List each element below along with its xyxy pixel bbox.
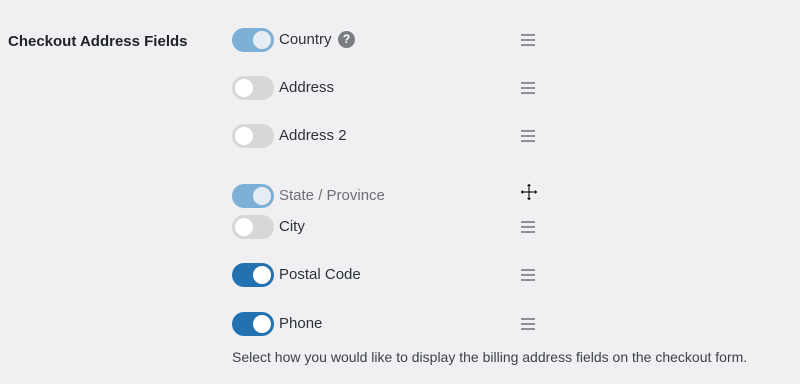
field-label-address-2: Address 2 <box>279 127 347 144</box>
field-row-address: Address <box>232 76 552 100</box>
toggle-country[interactable] <box>232 28 274 52</box>
toggle-phone[interactable] <box>232 312 274 336</box>
field-label-postal-code: Postal Code <box>279 266 361 283</box>
toggle-knob <box>253 31 271 49</box>
field-label-address: Address <box>279 79 335 96</box>
drag-handle-icon[interactable] <box>521 34 535 46</box>
toggle-knob <box>235 79 253 97</box>
drag-handle-icon[interactable] <box>521 318 535 330</box>
field-row-postal-code: Postal Code <box>232 263 552 287</box>
toggle-address[interactable] <box>232 76 274 100</box>
section-label: Checkout Address Fields <box>8 33 188 50</box>
toggle-knob <box>253 315 271 333</box>
drag-handle-icon[interactable] <box>521 221 535 233</box>
field-label-phone: Phone <box>279 315 323 332</box>
drag-handle-icon[interactable] <box>521 82 535 94</box>
toggle-knob <box>253 266 271 284</box>
toggle-city[interactable] <box>232 215 274 239</box>
field-label-state-province: State / Province <box>279 187 385 204</box>
toggle-address-2[interactable] <box>232 124 274 148</box>
field-row-address-2: Address 2 <box>232 124 552 148</box>
field-row-city: City <box>232 215 552 239</box>
field-description: Select how you would like to display the… <box>232 349 748 365</box>
drag-handle-icon[interactable] <box>521 269 535 281</box>
toggle-state-province[interactable] <box>232 184 274 208</box>
toggle-knob <box>253 187 271 205</box>
field-label-country: Country <box>279 31 332 48</box>
field-label-city: City <box>279 218 305 235</box>
toggle-knob <box>235 127 253 145</box>
toggle-knob <box>235 218 253 236</box>
drag-handle-icon[interactable] <box>521 130 535 142</box>
field-row-phone: Phone <box>232 312 552 336</box>
toggle-postal-code[interactable] <box>232 263 274 287</box>
help-icon[interactable]: ? <box>338 31 355 48</box>
field-row-country: Country ? <box>232 28 552 52</box>
move-cursor-icon <box>519 182 539 202</box>
field-row-state-province: State / Province <box>232 184 552 208</box>
